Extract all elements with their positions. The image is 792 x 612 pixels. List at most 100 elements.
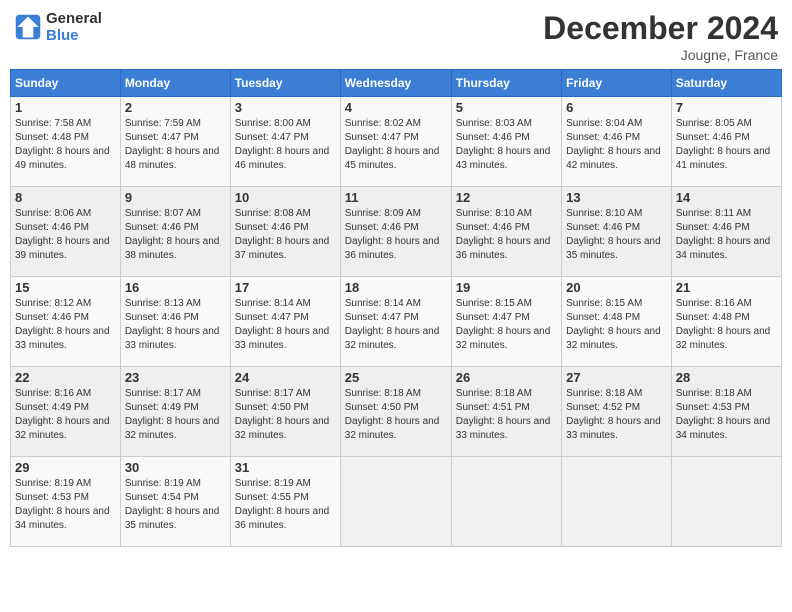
sunset-label: Sunset: 4:47 PM	[235, 132, 309, 143]
daylight-label: Daylight: 8 hours and 49 minutes.	[15, 146, 110, 171]
header-friday: Friday	[562, 70, 672, 97]
daylight-label: Daylight: 8 hours and 32 minutes.	[15, 416, 110, 441]
daylight-label: Daylight: 8 hours and 33 minutes.	[456, 416, 551, 441]
calendar-day-cell: 7 Sunrise: 8:05 AM Sunset: 4:46 PM Dayli…	[671, 97, 781, 187]
calendar-subtitle: Jougne, France	[543, 47, 778, 63]
calendar-day-cell: 30 Sunrise: 8:19 AM Sunset: 4:54 PM Dayl…	[120, 457, 230, 547]
calendar-week-row: 22 Sunrise: 8:16 AM Sunset: 4:49 PM Dayl…	[11, 367, 782, 457]
calendar-title: December 2024	[543, 10, 778, 47]
sunrise-label: Sunrise: 8:13 AM	[125, 298, 201, 309]
day-info: Sunrise: 8:18 AM Sunset: 4:52 PM Dayligh…	[566, 387, 667, 443]
sunrise-label: Sunrise: 8:14 AM	[345, 298, 421, 309]
calendar-day-cell: 13 Sunrise: 8:10 AM Sunset: 4:46 PM Dayl…	[562, 187, 672, 277]
sunset-label: Sunset: 4:48 PM	[676, 312, 750, 323]
calendar-day-cell	[451, 457, 561, 547]
sunrise-label: Sunrise: 8:11 AM	[676, 208, 751, 219]
day-number: 7	[676, 100, 777, 115]
day-info: Sunrise: 8:17 AM Sunset: 4:50 PM Dayligh…	[235, 387, 336, 443]
day-info: Sunrise: 8:19 AM Sunset: 4:55 PM Dayligh…	[235, 477, 336, 533]
calendar-day-cell: 10 Sunrise: 8:08 AM Sunset: 4:46 PM Dayl…	[230, 187, 340, 277]
daylight-label: Daylight: 8 hours and 34 minutes.	[676, 236, 771, 261]
calendar-day-cell: 22 Sunrise: 8:16 AM Sunset: 4:49 PM Dayl…	[11, 367, 121, 457]
sunset-label: Sunset: 4:53 PM	[15, 492, 89, 503]
daylight-label: Daylight: 8 hours and 36 minutes.	[345, 236, 440, 261]
sunset-label: Sunset: 4:46 PM	[456, 222, 530, 233]
daylight-label: Daylight: 8 hours and 32 minutes.	[125, 416, 220, 441]
day-info: Sunrise: 8:18 AM Sunset: 4:50 PM Dayligh…	[345, 387, 447, 443]
day-info: Sunrise: 8:07 AM Sunset: 4:46 PM Dayligh…	[125, 207, 226, 263]
sunset-label: Sunset: 4:46 PM	[566, 222, 640, 233]
calendar-day-cell: 11 Sunrise: 8:09 AM Sunset: 4:46 PM Dayl…	[340, 187, 451, 277]
calendar-week-row: 15 Sunrise: 8:12 AM Sunset: 4:46 PM Dayl…	[11, 277, 782, 367]
day-number: 26	[456, 370, 557, 385]
sunset-label: Sunset: 4:46 PM	[15, 222, 89, 233]
daylight-label: Daylight: 8 hours and 32 minutes.	[345, 416, 440, 441]
sunrise-label: Sunrise: 8:19 AM	[125, 478, 201, 489]
calendar-week-row: 29 Sunrise: 8:19 AM Sunset: 4:53 PM Dayl…	[11, 457, 782, 547]
sunset-label: Sunset: 4:50 PM	[345, 402, 419, 413]
day-info: Sunrise: 8:18 AM Sunset: 4:51 PM Dayligh…	[456, 387, 557, 443]
logo-icon	[14, 13, 42, 41]
sunset-label: Sunset: 4:46 PM	[15, 312, 89, 323]
day-info: Sunrise: 8:17 AM Sunset: 4:49 PM Dayligh…	[125, 387, 226, 443]
calendar-day-cell	[340, 457, 451, 547]
calendar-day-cell: 31 Sunrise: 8:19 AM Sunset: 4:55 PM Dayl…	[230, 457, 340, 547]
calendar-day-cell: 17 Sunrise: 8:14 AM Sunset: 4:47 PM Dayl…	[230, 277, 340, 367]
day-info: Sunrise: 8:06 AM Sunset: 4:46 PM Dayligh…	[15, 207, 116, 263]
day-info: Sunrise: 8:11 AM Sunset: 4:46 PM Dayligh…	[676, 207, 777, 263]
calendar-day-cell: 12 Sunrise: 8:10 AM Sunset: 4:46 PM Dayl…	[451, 187, 561, 277]
day-number: 24	[235, 370, 336, 385]
calendar-day-cell: 1 Sunrise: 7:58 AM Sunset: 4:48 PM Dayli…	[11, 97, 121, 187]
calendar-day-cell: 16 Sunrise: 8:13 AM Sunset: 4:46 PM Dayl…	[120, 277, 230, 367]
daylight-label: Daylight: 8 hours and 32 minutes.	[456, 326, 551, 351]
calendar-day-cell: 3 Sunrise: 8:00 AM Sunset: 4:47 PM Dayli…	[230, 97, 340, 187]
daylight-label: Daylight: 8 hours and 45 minutes.	[345, 146, 440, 171]
calendar-day-cell: 29 Sunrise: 8:19 AM Sunset: 4:53 PM Dayl…	[11, 457, 121, 547]
day-number: 11	[345, 190, 447, 205]
day-number: 13	[566, 190, 667, 205]
day-info: Sunrise: 8:12 AM Sunset: 4:46 PM Dayligh…	[15, 297, 116, 353]
daylight-label: Daylight: 8 hours and 37 minutes.	[235, 236, 330, 261]
day-number: 6	[566, 100, 667, 115]
sunset-label: Sunset: 4:46 PM	[676, 222, 750, 233]
sunset-label: Sunset: 4:46 PM	[566, 132, 640, 143]
sunrise-label: Sunrise: 8:19 AM	[235, 478, 311, 489]
sunset-label: Sunset: 4:49 PM	[125, 402, 199, 413]
header-sunday: Sunday	[11, 70, 121, 97]
daylight-label: Daylight: 8 hours and 33 minutes.	[566, 416, 661, 441]
day-info: Sunrise: 8:03 AM Sunset: 4:46 PM Dayligh…	[456, 117, 557, 173]
day-number: 8	[15, 190, 116, 205]
day-info: Sunrise: 8:19 AM Sunset: 4:54 PM Dayligh…	[125, 477, 226, 533]
sunrise-label: Sunrise: 8:18 AM	[456, 388, 532, 399]
day-info: Sunrise: 8:05 AM Sunset: 4:46 PM Dayligh…	[676, 117, 777, 173]
day-number: 29	[15, 460, 116, 475]
day-info: Sunrise: 8:08 AM Sunset: 4:46 PM Dayligh…	[235, 207, 336, 263]
day-info: Sunrise: 7:58 AM Sunset: 4:48 PM Dayligh…	[15, 117, 116, 173]
sunrise-label: Sunrise: 8:18 AM	[345, 388, 421, 399]
calendar-day-cell: 2 Sunrise: 7:59 AM Sunset: 4:47 PM Dayli…	[120, 97, 230, 187]
calendar-day-cell: 15 Sunrise: 8:12 AM Sunset: 4:46 PM Dayl…	[11, 277, 121, 367]
daylight-label: Daylight: 8 hours and 33 minutes.	[15, 326, 110, 351]
sunset-label: Sunset: 4:48 PM	[15, 132, 89, 143]
calendar-day-cell: 20 Sunrise: 8:15 AM Sunset: 4:48 PM Dayl…	[562, 277, 672, 367]
sunset-label: Sunset: 4:46 PM	[125, 312, 199, 323]
day-number: 17	[235, 280, 336, 295]
calendar-week-row: 8 Sunrise: 8:06 AM Sunset: 4:46 PM Dayli…	[11, 187, 782, 277]
day-number: 16	[125, 280, 226, 295]
calendar-day-cell: 25 Sunrise: 8:18 AM Sunset: 4:50 PM Dayl…	[340, 367, 451, 457]
day-info: Sunrise: 8:14 AM Sunset: 4:47 PM Dayligh…	[345, 297, 447, 353]
day-info: Sunrise: 8:02 AM Sunset: 4:47 PM Dayligh…	[345, 117, 447, 173]
daylight-label: Daylight: 8 hours and 39 minutes.	[15, 236, 110, 261]
sunset-label: Sunset: 4:46 PM	[235, 222, 309, 233]
day-info: Sunrise: 8:16 AM Sunset: 4:49 PM Dayligh…	[15, 387, 116, 443]
day-number: 14	[676, 190, 777, 205]
sunset-label: Sunset: 4:53 PM	[676, 402, 750, 413]
day-number: 21	[676, 280, 777, 295]
daylight-label: Daylight: 8 hours and 36 minutes.	[235, 506, 330, 531]
page-header: General Blue December 2024 Jougne, Franc…	[10, 10, 782, 63]
calendar-day-cell: 28 Sunrise: 8:18 AM Sunset: 4:53 PM Dayl…	[671, 367, 781, 457]
day-number: 19	[456, 280, 557, 295]
sunrise-label: Sunrise: 8:10 AM	[456, 208, 532, 219]
sunset-label: Sunset: 4:47 PM	[345, 312, 419, 323]
daylight-label: Daylight: 8 hours and 42 minutes.	[566, 146, 661, 171]
